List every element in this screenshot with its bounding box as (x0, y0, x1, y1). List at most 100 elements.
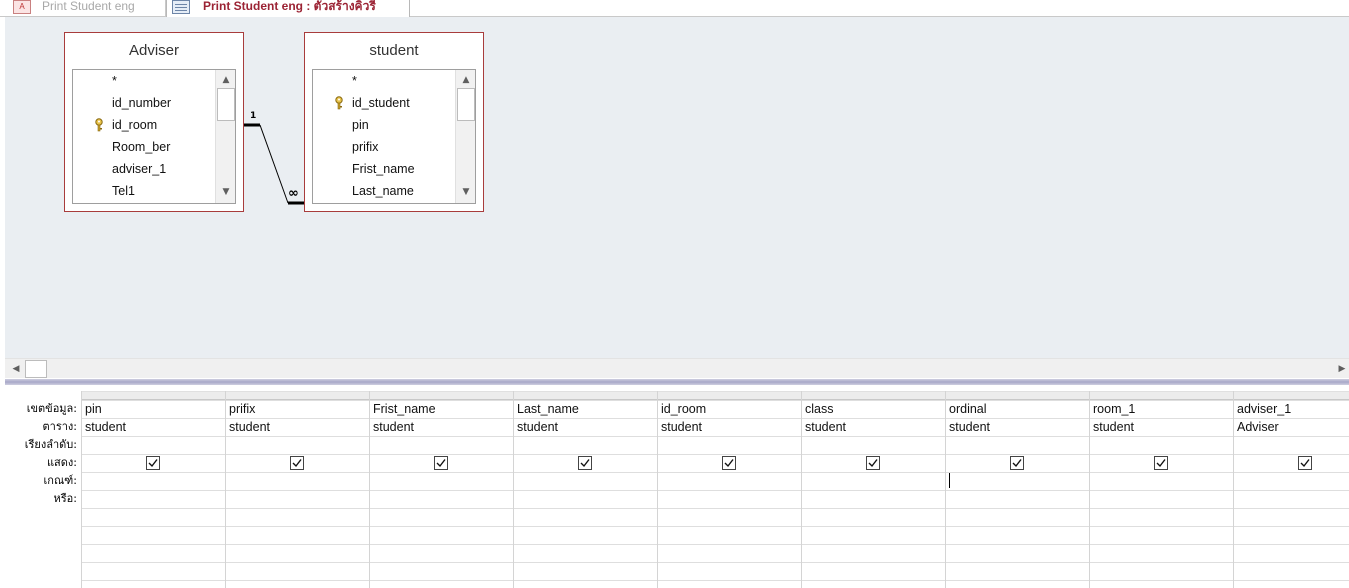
grid-field-cell[interactable]: class (805, 400, 943, 418)
grid-table-cell[interactable]: student (517, 418, 655, 436)
checkmark-icon (436, 459, 446, 468)
grid-column-line (1233, 391, 1234, 588)
grid-row-line (81, 508, 1349, 509)
grid-row-line (81, 544, 1349, 545)
show-checkbox[interactable] (578, 456, 592, 470)
grid-table-cell[interactable]: student (805, 418, 943, 436)
grid-row-line (81, 490, 1349, 491)
show-checkbox[interactable] (1298, 456, 1312, 470)
grid-table-cell[interactable]: student (661, 418, 799, 436)
grid-table-cell[interactable]: student (229, 418, 367, 436)
show-checkbox[interactable] (1154, 456, 1168, 470)
scroll-thumb[interactable] (25, 360, 47, 378)
checkmark-icon (724, 459, 734, 468)
grid-row-line (81, 562, 1349, 563)
grid-field-cell[interactable]: pin (85, 400, 223, 418)
scroll-left-icon[interactable]: ◀ (7, 361, 25, 377)
field-item[interactable]: Tel1 (112, 180, 135, 202)
grid-row-line (81, 472, 1349, 473)
grid-row-line (81, 526, 1349, 527)
grid-table-cell[interactable]: Adviser (1237, 418, 1349, 436)
scroll-right-icon[interactable]: ▶ (1333, 361, 1349, 377)
show-checkbox[interactable] (866, 456, 880, 470)
show-checkbox[interactable] (434, 456, 448, 470)
document-tab-bar: A Print Student eng Print Student eng : … (0, 0, 1349, 18)
grid-table-cell[interactable]: student (949, 418, 1087, 436)
grid-row-line (81, 436, 1349, 437)
checkmark-icon (1012, 459, 1022, 468)
vertical-scrollbar[interactable]: ▲ ▼ (215, 70, 235, 203)
field-item[interactable]: id_number (112, 92, 171, 114)
grid-field-cell[interactable]: ordinal (949, 400, 1087, 418)
field-item[interactable]: adviser_1 (112, 158, 166, 180)
column-selector-bar[interactable] (81, 391, 1349, 400)
row-label-sort: เรียงลำดับ: (24, 438, 77, 451)
grid-field-cell[interactable]: room_1 (1093, 400, 1231, 418)
grid-column-line (81, 391, 82, 588)
primary-key-icon (95, 118, 103, 132)
tab-print-student-report[interactable]: A Print Student eng (0, 0, 166, 17)
grid-column-line (513, 391, 514, 588)
grid-column-line (801, 391, 802, 588)
field-item[interactable]: prifix (352, 136, 378, 158)
relationship-many-label: ∞ (288, 186, 299, 201)
grid-row-line (81, 454, 1349, 455)
scroll-thumb[interactable] (457, 88, 475, 121)
field-list[interactable]: * id_student pin prifix Frist_name Last_… (312, 69, 476, 204)
query-design-grid[interactable]: เขตข้อมูล: ตาราง: เรียงลำดับ: แสดง: เกณฑ… (5, 385, 1349, 588)
grid-field-cell[interactable]: Last_name (517, 400, 655, 418)
tab-query-design[interactable]: Print Student eng : ตัวสร้างคิวรี (166, 0, 410, 18)
checkmark-icon (148, 459, 158, 468)
field-item[interactable]: Frist_name (352, 158, 415, 180)
row-label-or: หรือ: (53, 492, 77, 505)
checkmark-icon (1156, 459, 1166, 468)
field-item[interactable]: id_student (352, 92, 410, 114)
report-icon: A (13, 0, 31, 14)
grid-column-line (1089, 391, 1090, 588)
grid-column-line (225, 391, 226, 588)
scroll-down-icon[interactable]: ▼ (217, 183, 235, 200)
field-item[interactable]: id_room (112, 114, 157, 136)
scroll-up-icon[interactable]: ▲ (217, 71, 235, 88)
query-icon (172, 0, 190, 14)
field-item[interactable]: * (112, 70, 117, 92)
table-adviser[interactable]: Adviser * id_number id_room Room_ber adv… (64, 32, 244, 212)
grid-field-cell[interactable]: adviser_1 (1237, 400, 1349, 418)
grid-table-cell[interactable]: student (85, 418, 223, 436)
primary-key-icon (335, 96, 343, 110)
row-label-field: เขตข้อมูล: (26, 402, 77, 415)
horizontal-scrollbar[interactable]: ◀ ▶ (5, 358, 1349, 378)
checkmark-icon (1300, 459, 1310, 468)
field-item[interactable]: * (352, 70, 357, 92)
vertical-scrollbar[interactable]: ▲ ▼ (455, 70, 475, 203)
scroll-thumb[interactable] (217, 88, 235, 121)
table-title: student (369, 42, 419, 59)
table-title: Adviser (128, 42, 180, 59)
grid-field-cell[interactable]: id_room (661, 400, 799, 418)
grid-column-line (369, 391, 370, 588)
grid-field-cell[interactable]: Frist_name (373, 400, 511, 418)
grid-field-cell[interactable]: prifix (229, 400, 367, 418)
field-list[interactable]: * id_number id_room Room_ber adviser_1 T… (72, 69, 236, 204)
show-checkbox[interactable] (722, 456, 736, 470)
tab-label: Print Student eng : ตัวสร้างคิวรี (203, 0, 376, 13)
field-item[interactable]: Room_ber (112, 136, 170, 158)
field-item[interactable]: pin (352, 114, 369, 136)
table-student[interactable]: student * id_student pin prifix Frist_na… (304, 32, 484, 212)
grid-table-cell[interactable]: student (373, 418, 511, 436)
row-label-table: ตาราง: (42, 420, 77, 433)
field-item[interactable]: Last_name (352, 180, 414, 202)
scroll-up-icon[interactable]: ▲ (457, 71, 475, 88)
scroll-down-icon[interactable]: ▼ (457, 183, 475, 200)
row-label-criteria: เกณฑ์: (43, 474, 77, 487)
grid-column-line (657, 391, 658, 588)
show-checkbox[interactable] (1010, 456, 1024, 470)
text-cursor (949, 473, 950, 488)
show-checkbox[interactable] (146, 456, 160, 470)
tab-label: Print Student eng (42, 0, 135, 13)
row-label-show: แสดง: (46, 456, 77, 469)
show-checkbox[interactable] (290, 456, 304, 470)
grid-table-cell[interactable]: student (1093, 418, 1231, 436)
query-design-pane[interactable]: 1 ∞ Adviser * id_number id_room Room_ber… (5, 17, 1349, 358)
checkmark-icon (292, 459, 302, 468)
